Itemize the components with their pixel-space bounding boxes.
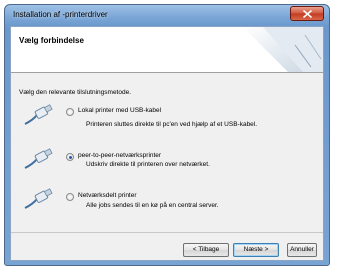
- option-usb-description: Printeren sluttes direkte til pc'en ved …: [86, 121, 258, 128]
- instruction-text: Vælg den relevante tilslutningsmetode.: [19, 89, 132, 96]
- close-icon: [303, 10, 312, 18]
- installer-window: Installation af -printerdriver Vælg forb…: [4, 4, 330, 266]
- wizard-header: Vælg forbindelse: [11, 27, 323, 73]
- network-cable-icon: [24, 148, 53, 169]
- window-title: Installation af -printerdriver: [13, 10, 108, 19]
- option-peer-to-peer-label: peer-to-peer-netværksprinter: [78, 152, 162, 159]
- usb-cable-icon: [24, 104, 53, 125]
- close-button[interactable]: [290, 6, 324, 21]
- next-button[interactable]: Næste >: [233, 243, 279, 257]
- cancel-button[interactable]: Annuller: [287, 243, 317, 257]
- radio-shared[interactable]: [66, 193, 74, 201]
- option-shared-description: Alle jobs sendes til en kø på en central…: [86, 202, 219, 209]
- option-usb-label: Lokal printer med USB-kabel: [78, 107, 162, 114]
- back-button[interactable]: < Tilbage: [183, 243, 229, 257]
- header-decoration-icon: [203, 27, 323, 72]
- dialog-body: Vælg forbindelse Vælg den relevante tils…: [10, 26, 324, 261]
- radio-peer-to-peer[interactable]: [66, 153, 74, 161]
- option-shared-label: Netværksdelt printer: [78, 192, 137, 199]
- radio-usb[interactable]: [66, 108, 74, 116]
- network-cable-icon: [24, 188, 53, 209]
- page-title: Vælg forbindelse: [19, 36, 84, 45]
- title-bar[interactable]: Installation af -printerdriver: [5, 5, 329, 27]
- option-peer-to-peer-description: Udskriv direkte til printeren over netvæ…: [86, 161, 210, 168]
- divider: [11, 232, 323, 233]
